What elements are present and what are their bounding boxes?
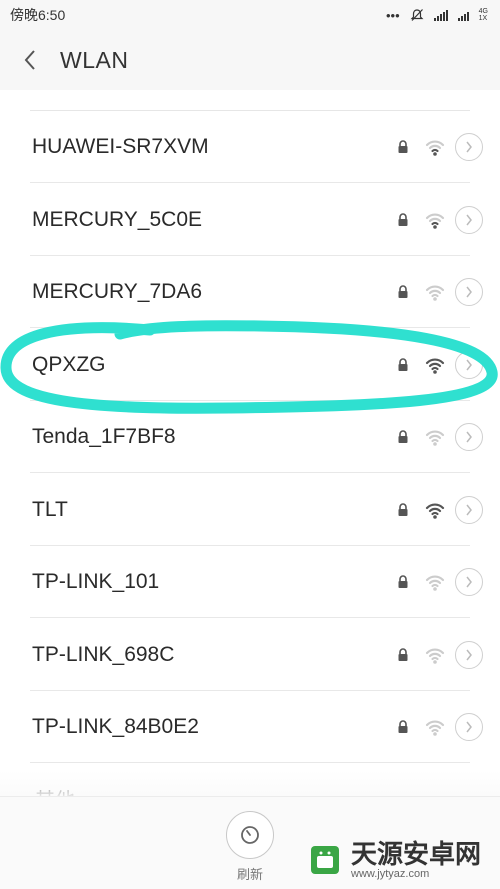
lock-icon: [398, 212, 408, 226]
lock-icon: [398, 140, 408, 153]
refresh-button[interactable]: [226, 811, 274, 859]
page-title: WLAN: [60, 46, 129, 73]
wifi-ssid: HUAWEI-SR7XVM: [32, 135, 209, 158]
chevron-right-icon: [466, 721, 472, 733]
more-dots-icon: •••: [386, 7, 400, 23]
status-time: 傍晚6:50: [10, 7, 66, 23]
wifi-ssid: TP-LINK_84B0E2: [32, 715, 199, 738]
wifi-network-row[interactable]: TLT: [0, 474, 500, 546]
wifi-signal-icon: [425, 648, 445, 664]
wifi-ssid: TP-LINK_698C: [32, 642, 175, 666]
lock-icon: [398, 647, 408, 661]
watermark-title: 天源安卓网: [351, 839, 482, 869]
status-icons: ••• 4G 1X: [386, 8, 488, 23]
chevron-right-icon: [466, 504, 472, 515]
wifi-signal-icon: [425, 575, 445, 591]
wifi-network-row[interactable]: TP-LINK_84B0E2: [0, 691, 500, 763]
app-header: WLAN: [0, 30, 500, 90]
lock-icon: [398, 357, 408, 371]
wifi-network-row[interactable]: MERCURY_7DA6: [0, 256, 500, 328]
wifi-network-row[interactable]: HUAWEI-SR7XVM: [0, 111, 500, 183]
chevron-right-icon: [466, 286, 472, 298]
network-type-badge: 4G 1X: [478, 8, 488, 22]
mute-bell-icon: [410, 9, 424, 21]
chevron-right-icon: [466, 359, 472, 370]
wifi-signal-icon: [425, 503, 445, 519]
chevron-right-icon: [466, 576, 472, 588]
chevron-right-icon: [466, 649, 472, 660]
wifi-network-row[interactable]: TP-LINK_101: [0, 546, 500, 618]
network-detail-button[interactable]: [455, 423, 483, 451]
wifi-ssid: TP-LINK_101: [32, 570, 160, 593]
network-detail-button[interactable]: [455, 640, 483, 669]
wifi-ssid: Tenda_1F7BF8: [32, 425, 176, 448]
network-detail-button[interactable]: [455, 713, 483, 741]
network-detail-button[interactable]: [455, 205, 483, 234]
wifi-signal-icon: [425, 213, 445, 229]
wifi-signal-icon: [425, 285, 445, 301]
wifi-network-row[interactable]: MERCURY_5C0E: [0, 184, 500, 256]
wifi-ssid: MERCURY_5C0E: [32, 207, 202, 231]
row-divider: [30, 762, 470, 763]
watermark: 天源安卓网 www.jytyaz.com: [305, 840, 481, 880]
list-fade: [0, 770, 500, 796]
wifi-ssid: TLT: [32, 497, 68, 521]
lock-icon: [398, 430, 408, 443]
signal-4g-icon: [457, 9, 469, 21]
network-detail-button[interactable]: [455, 133, 483, 161]
wifi-network-list: HUAWEI-SR7XVM MERCURY_5C0E MERCURY_7DA6 QPX…: [0, 90, 500, 796]
network-detail-button[interactable]: [455, 350, 483, 379]
lock-icon: [398, 502, 408, 516]
lock-icon: [398, 575, 408, 588]
wifi-ssid: MERCURY_7DA6: [32, 280, 202, 303]
network-detail-button[interactable]: [455, 495, 483, 524]
android-logo-icon: [311, 846, 339, 874]
wifi-signal-icon: [425, 358, 445, 374]
chevron-right-icon: [466, 141, 472, 153]
wifi-ssid: QPXZG: [32, 352, 106, 376]
status-bar: 傍晚6:50 ••• 4G 1X: [0, 0, 500, 30]
chevron-right-icon: [466, 431, 472, 443]
wifi-signal-icon: [425, 140, 445, 156]
chevron-right-icon: [466, 214, 472, 225]
watermark-url: www.jytyaz.com: [351, 868, 430, 880]
wifi-signal-icon: [425, 720, 445, 736]
wifi-network-row[interactable]: Tenda_1F7BF8: [0, 401, 500, 473]
network-detail-button[interactable]: [455, 568, 483, 596]
network-detail-button[interactable]: [455, 278, 483, 306]
chevron-left-icon: [24, 50, 35, 70]
back-button[interactable]: [0, 30, 60, 90]
refresh-icon: [241, 826, 259, 844]
wifi-network-row[interactable]: QPXZG: [0, 329, 500, 401]
signal-bars-icon: [433, 9, 448, 21]
lock-icon: [398, 720, 408, 733]
lock-icon: [398, 285, 408, 298]
wifi-signal-icon: [425, 430, 445, 446]
wifi-network-row[interactable]: TP-LINK_698C: [0, 619, 500, 691]
